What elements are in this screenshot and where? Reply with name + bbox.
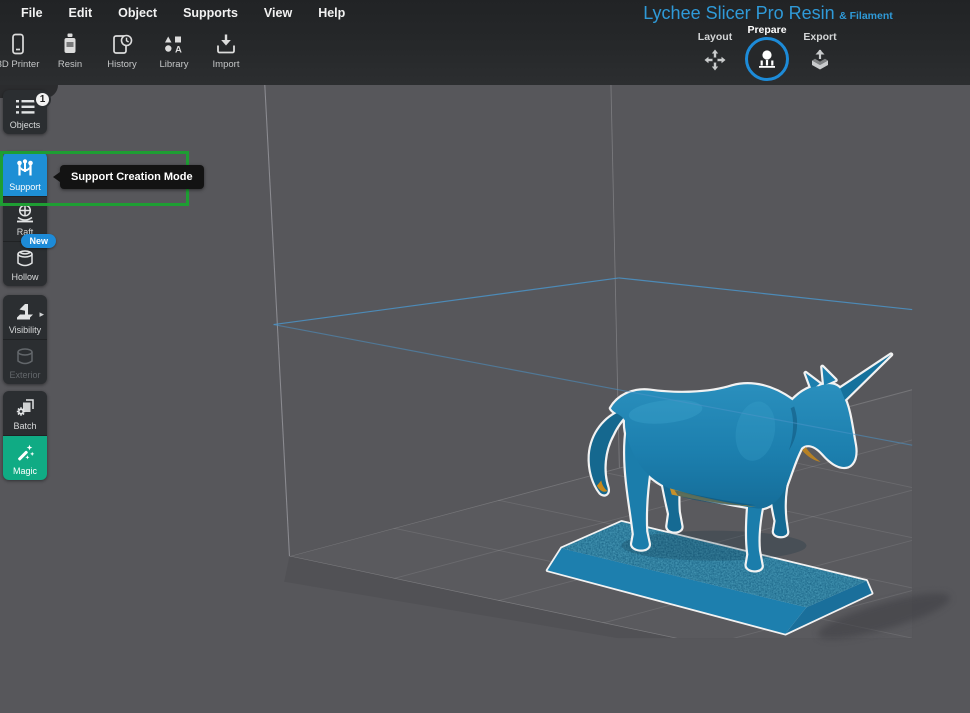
header: File Edit Object Supports View Help 3D P… [0, 0, 970, 85]
sidebar-item-batch[interactable]: Batch [3, 391, 47, 435]
objects-count-badge: 1 [34, 91, 51, 108]
menu-view[interactable]: View [251, 6, 305, 20]
hollow-new-badge: New [21, 234, 56, 248]
svg-text:A: A [175, 45, 182, 56]
resin-bottle-icon [58, 32, 82, 56]
submenu-arrow-icon: ▸ [39, 309, 44, 320]
app-title: Lychee Slicer Pro Resin & Filament [640, 3, 896, 24]
visibility-icon [14, 301, 36, 323]
support-pillar-icon [756, 48, 778, 70]
menu-object[interactable]: Object [105, 6, 170, 20]
menu-edit[interactable]: Edit [56, 6, 106, 20]
tab-prepare-label: Prepare [739, 24, 795, 36]
raft-icon [14, 203, 36, 225]
toolbar: 3D Printer Resin History A [0, 30, 252, 78]
objects-list-icon [14, 96, 36, 118]
import-icon [214, 32, 238, 56]
sidebar-item-hollow[interactable]: New Hollow [3, 241, 47, 286]
export-box-icon [808, 48, 832, 72]
printer-button[interactable]: 3D Printer [0, 30, 44, 78]
magic-wand-icon [14, 442, 36, 464]
tab-layout[interactable]: Layout [687, 31, 743, 77]
sidebar-item-objects[interactable]: 1 Objects [3, 90, 47, 134]
batch-icon [14, 397, 36, 419]
exterior-cylinder-icon [14, 346, 36, 368]
tab-prepare[interactable] [745, 37, 789, 81]
menu-supports[interactable]: Supports [170, 6, 251, 20]
menu-help[interactable]: Help [305, 6, 358, 20]
support-tooltip: Support Creation Mode [60, 165, 204, 189]
history-button[interactable]: History [96, 30, 148, 78]
library-button[interactable]: A Library [148, 30, 200, 78]
support-mode-icon [14, 158, 36, 180]
import-button[interactable]: Import [200, 30, 252, 78]
sidebar-item-magic[interactable]: Magic [3, 435, 47, 480]
menubar: File Edit Object Supports View Help [0, 0, 358, 26]
sidebar-item-support[interactable]: Support [3, 152, 47, 196]
sidebar-item-exterior: Exterior [3, 339, 47, 384]
move-arrows-icon [703, 48, 727, 72]
resin-button[interactable]: Resin [44, 30, 96, 78]
library-icon: A [162, 32, 186, 56]
printer-icon [6, 32, 30, 56]
history-icon [110, 32, 134, 56]
sidebar-item-visibility[interactable]: ▸ Visibility [3, 295, 47, 339]
hollow-cylinder-icon [14, 248, 36, 270]
tab-export[interactable]: Export [792, 31, 848, 77]
menu-file[interactable]: File [8, 6, 56, 20]
